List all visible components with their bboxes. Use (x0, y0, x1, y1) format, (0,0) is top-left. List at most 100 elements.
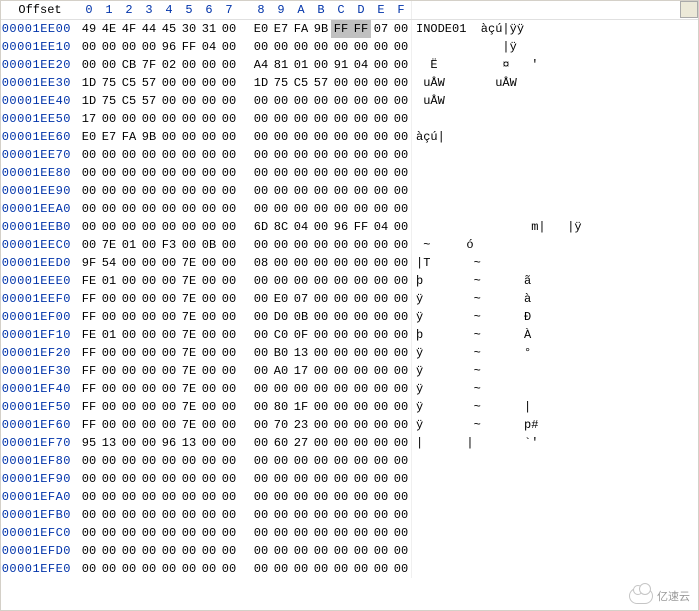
hex-byte[interactable]: 00 (331, 200, 351, 218)
hex-row[interactable]: 00001EE700000000000000000000000000000000… (1, 146, 698, 164)
hex-byte[interactable]: 00 (219, 470, 239, 488)
hex-byte[interactable]: 00 (371, 236, 391, 254)
hex-byte[interactable]: 00 (291, 470, 311, 488)
hex-byte[interactable]: 00 (219, 560, 239, 578)
hex-byte[interactable]: 00 (251, 128, 271, 146)
hex-byte[interactable]: 00 (99, 344, 119, 362)
hex-row[interactable]: 00001EF10FE010000007E000000C00F000000000… (1, 326, 698, 344)
hex-byte[interactable]: 00 (179, 524, 199, 542)
hex-byte[interactable]: 00 (159, 344, 179, 362)
hex-byte[interactable]: 00 (179, 92, 199, 110)
hex-byte[interactable]: 00 (351, 146, 371, 164)
hex-byte[interactable]: FE (79, 326, 99, 344)
hex-byte[interactable]: 00 (159, 326, 179, 344)
ascii-cell[interactable]: ÿ ~ ° (411, 344, 698, 362)
hex-byte[interactable]: 4F (119, 20, 139, 38)
hex-byte[interactable]: FF (79, 308, 99, 326)
hex-byte[interactable]: 00 (371, 560, 391, 578)
hex-byte[interactable]: 00 (119, 452, 139, 470)
hex-byte[interactable]: 00 (119, 560, 139, 578)
hex-byte[interactable]: 00 (79, 488, 99, 506)
hex-byte[interactable]: 00 (391, 74, 411, 92)
hex-byte[interactable]: 00 (311, 344, 331, 362)
hex-byte[interactable]: FA (119, 128, 139, 146)
hex-byte[interactable]: E0 (79, 128, 99, 146)
hex-byte[interactable]: 00 (139, 272, 159, 290)
ascii-cell[interactable]: m| |ÿ (411, 218, 698, 236)
hex-byte[interactable]: 00 (139, 524, 159, 542)
hex-byte[interactable]: 00 (371, 56, 391, 74)
hex-byte[interactable]: 00 (351, 452, 371, 470)
hex-row[interactable]: 00001EE100000000096FF0400000000000000000… (1, 38, 698, 56)
hex-byte[interactable]: 00 (331, 290, 351, 308)
hex-byte[interactable]: 00 (291, 272, 311, 290)
hex-byte[interactable]: 00 (371, 272, 391, 290)
hex-byte[interactable]: 00 (199, 542, 219, 560)
hex-byte[interactable]: 00 (391, 380, 411, 398)
hex-byte[interactable]: 00 (371, 290, 391, 308)
hex-byte[interactable]: 49 (79, 20, 99, 38)
hex-byte[interactable]: 00 (271, 470, 291, 488)
hex-byte[interactable]: 00 (391, 488, 411, 506)
hex-byte[interactable]: 00 (391, 38, 411, 56)
hex-byte[interactable]: 00 (391, 326, 411, 344)
hex-byte[interactable]: 00 (291, 524, 311, 542)
hex-byte[interactable]: 00 (99, 488, 119, 506)
hex-byte[interactable]: 00 (251, 272, 271, 290)
hex-byte[interactable]: 00 (199, 488, 219, 506)
hex-byte[interactable]: 00 (331, 524, 351, 542)
hex-byte[interactable]: FE (79, 272, 99, 290)
hex-row[interactable]: 00001EF800000000000000000000000000000000… (1, 452, 698, 470)
hex-byte[interactable]: 00 (311, 326, 331, 344)
hex-byte[interactable]: 00 (159, 146, 179, 164)
hex-byte[interactable]: 00 (159, 308, 179, 326)
hex-byte[interactable]: 9B (139, 128, 159, 146)
hex-byte[interactable]: 17 (79, 110, 99, 128)
hex-byte[interactable]: 00 (331, 542, 351, 560)
hex-byte[interactable]: 00 (139, 146, 159, 164)
hex-byte[interactable]: 00 (351, 272, 371, 290)
hex-byte[interactable]: 00 (271, 164, 291, 182)
hex-byte[interactable]: 00 (119, 326, 139, 344)
hex-byte[interactable]: FF (79, 416, 99, 434)
hex-byte[interactable]: 1F (291, 398, 311, 416)
hex-byte[interactable]: 00 (351, 236, 371, 254)
hex-byte[interactable]: 00 (199, 164, 219, 182)
hex-byte[interactable]: 81 (271, 56, 291, 74)
hex-byte[interactable]: 00 (371, 326, 391, 344)
hex-byte[interactable]: 00 (179, 452, 199, 470)
hex-byte[interactable]: 7E (179, 398, 199, 416)
hex-byte[interactable]: A4 (251, 56, 271, 74)
hex-byte[interactable]: 00 (79, 200, 99, 218)
hex-byte[interactable]: 00 (219, 416, 239, 434)
hex-byte[interactable]: 00 (79, 470, 99, 488)
hex-byte[interactable]: 00 (391, 272, 411, 290)
hex-byte[interactable]: 04 (371, 218, 391, 236)
hex-byte[interactable]: 00 (311, 236, 331, 254)
hex-byte[interactable]: 00 (159, 416, 179, 434)
hex-byte[interactable]: 00 (311, 38, 331, 56)
hex-byte[interactable]: 00 (79, 542, 99, 560)
hex-byte[interactable]: 00 (351, 308, 371, 326)
ascii-cell[interactable]: Ë ¤ ' (411, 56, 698, 74)
hex-byte[interactable]: 00 (139, 200, 159, 218)
hex-byte[interactable]: F3 (159, 236, 179, 254)
hex-byte[interactable]: 00 (351, 254, 371, 272)
hex-byte[interactable]: 00 (351, 524, 371, 542)
hex-byte[interactable]: 00 (179, 542, 199, 560)
hex-byte[interactable]: 00 (219, 308, 239, 326)
hex-byte[interactable]: 00 (199, 146, 219, 164)
hex-byte[interactable]: CB (119, 56, 139, 74)
hex-byte[interactable]: 00 (371, 164, 391, 182)
hex-byte[interactable]: 75 (271, 74, 291, 92)
hex-byte[interactable]: 00 (99, 200, 119, 218)
hex-byte[interactable]: 00 (79, 506, 99, 524)
hex-byte[interactable]: 07 (291, 290, 311, 308)
hex-row[interactable]: 00001EE200000CB7F02000000A48101009104000… (1, 56, 698, 74)
hex-byte[interactable]: 00 (391, 416, 411, 434)
hex-byte[interactable]: 00 (79, 38, 99, 56)
hex-byte[interactable]: 00 (351, 164, 371, 182)
hex-byte[interactable]: 00 (331, 92, 351, 110)
hex-byte[interactable]: 00 (99, 164, 119, 182)
hex-byte[interactable]: 00 (391, 182, 411, 200)
